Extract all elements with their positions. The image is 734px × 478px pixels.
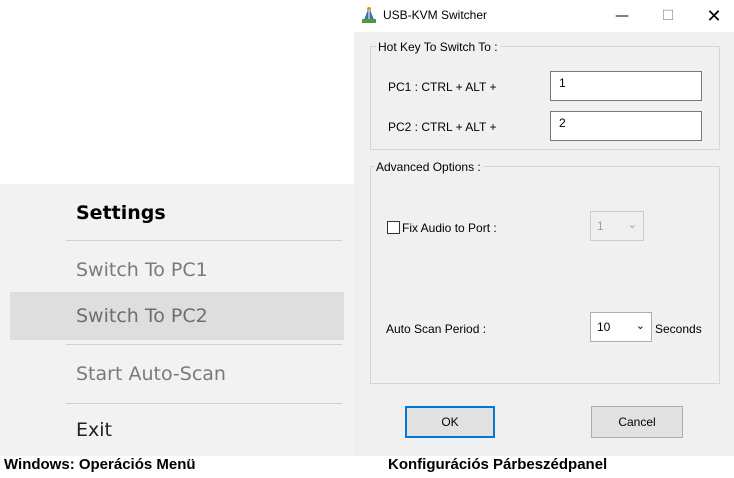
fix-audio-port-select[interactable]: 1 ⌄ [590, 211, 644, 241]
pc2-hotkey-label: PC2 : CTRL + ALT + [388, 120, 497, 134]
seconds-label: Seconds [655, 322, 702, 336]
window-title: USB-KVM Switcher [383, 8, 488, 22]
chevron-down-icon: ⌄ [627, 219, 637, 231]
right-caption: Konfigurációs Párbeszédpanel [388, 456, 608, 473]
menu-item-settings[interactable]: Settings [10, 189, 344, 237]
menu-item-switch-pc1[interactable]: Switch To PC1 [10, 246, 344, 294]
left-caption: Windows: Operációs Menü [4, 456, 196, 473]
menu-item-label: Start Auto-Scan [76, 363, 226, 385]
menu-separator [66, 403, 342, 404]
fix-audio-checkbox[interactable] [387, 221, 400, 234]
pc1-hotkey-label: PC1 : CTRL + ALT + [388, 80, 497, 94]
ok-button[interactable]: OK [405, 406, 495, 438]
title-bar[interactable]: USB-KVM Switcher — ☐ ✕ [354, 0, 734, 32]
fix-audio-port-value: 1 [597, 219, 604, 233]
tray-context-menu: Settings Switch To PC1 Switch To PC2 Sta… [0, 184, 354, 456]
menu-separator [66, 240, 342, 241]
maximize-button[interactable]: ☐ [645, 0, 691, 32]
menu-item-switch-pc2[interactable]: Switch To PC2 [10, 292, 344, 340]
menu-item-label: Exit [76, 419, 112, 441]
pc1-hotkey-input[interactable]: 1 [550, 71, 702, 101]
menu-item-label: Settings [76, 202, 166, 224]
hotkey-group-label: Hot Key To Switch To : [376, 40, 500, 54]
settings-dialog: USB-KVM Switcher — ☐ ✕ Hot Key To Switch… [354, 0, 734, 456]
advanced-options-label: Advanced Options : [374, 160, 483, 174]
fix-audio-label: Fix Audio to Port : [402, 221, 497, 235]
menu-item-exit[interactable]: Exit [10, 406, 344, 454]
cancel-button[interactable]: Cancel [591, 406, 683, 438]
close-button[interactable]: ✕ [691, 0, 734, 32]
menu-item-label: Switch To PC1 [76, 259, 208, 281]
pc2-hotkey-input[interactable]: 2 [550, 111, 702, 141]
minimize-button[interactable]: — [599, 0, 645, 32]
usb-kvm-icon [362, 7, 376, 23]
menu-separator [66, 344, 342, 345]
auto-scan-period-value: 10 [597, 320, 611, 334]
auto-scan-label: Auto Scan Period : [386, 322, 487, 336]
advanced-options-group [370, 166, 720, 384]
auto-scan-period-select[interactable]: 10 ⌄ [590, 312, 652, 342]
menu-item-label: Switch To PC2 [76, 305, 208, 327]
menu-item-start-auto-scan[interactable]: Start Auto-Scan [10, 350, 344, 398]
chevron-down-icon: ⌄ [635, 320, 645, 332]
